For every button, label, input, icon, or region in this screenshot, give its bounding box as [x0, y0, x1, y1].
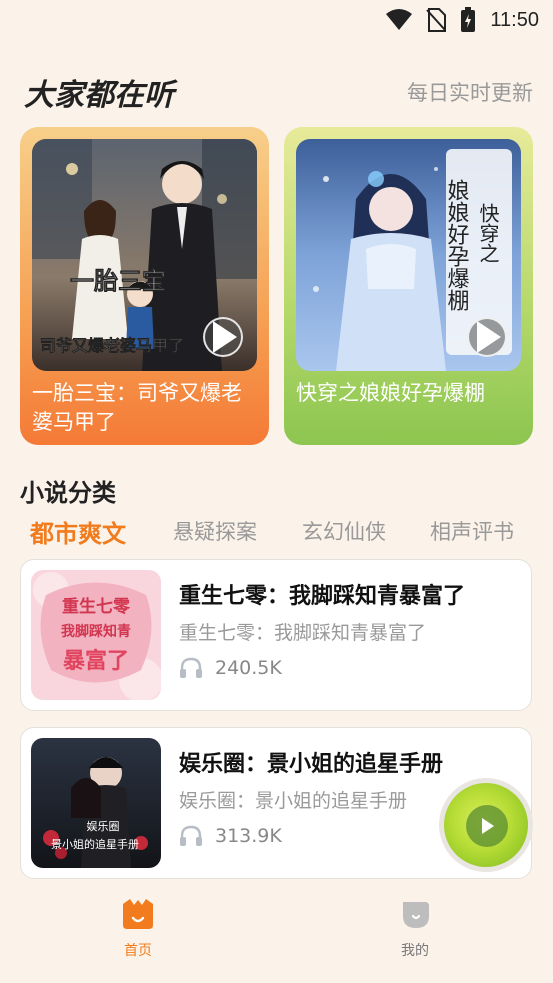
cover-text: 司爷又爆老婆马甲了: [40, 336, 184, 355]
book-cover: 重生七零 我脚踩知青 暴富了: [31, 570, 161, 700]
book-desc: 娱乐圈：景小姐的追星手册: [179, 790, 408, 812]
play-button[interactable]: [466, 805, 508, 847]
play-icon: [477, 321, 501, 353]
cover-text: 一胎三宝: [70, 266, 166, 295]
cover-text: 暴富了: [62, 648, 129, 674]
popular-subtitle: 每日实时更新: [407, 81, 533, 105]
play-icon: [482, 818, 494, 834]
category-tabs: 都市爽文 悬疑探案 玄幻仙侠 相声评书: [20, 516, 533, 550]
tab-mystery[interactable]: 悬疑探案: [173, 516, 257, 546]
cover-text: 娱乐圈: [87, 819, 120, 833]
featured-cover: 一胎三宝 司爷又爆老婆马甲了: [32, 139, 257, 371]
play-count: 313.9K: [179, 825, 282, 847]
headphones-icon: [180, 657, 202, 678]
play-button[interactable]: [203, 317, 243, 357]
play-count-value: 240.5K: [215, 657, 282, 679]
cover-text: 重生七零: [62, 596, 131, 617]
tab-crosstalk[interactable]: 相声评书: [430, 516, 514, 546]
cover-text: 娘娘好孕爆棚: [444, 179, 470, 311]
bottom-nav: 首页 我的: [0, 888, 553, 983]
featured-card[interactable]: 一胎三宝 司爷又爆老婆马甲了 一胎三宝：司爷又爆老婆马甲了: [20, 127, 269, 445]
status-bar: 11:50: [0, 0, 553, 40]
wifi-icon: [386, 9, 413, 30]
nav-home[interactable]: 首页: [98, 898, 178, 960]
play-icon: [213, 321, 237, 353]
book-title: 重生七零：我脚踩知青暴富了: [179, 584, 466, 609]
cover-text: 快穿之: [476, 203, 500, 263]
tab-urban[interactable]: 都市爽文: [30, 514, 126, 549]
book-cover: 娱乐圈 景小姐的追星手册: [31, 738, 161, 868]
book-card[interactable]: 重生七零 我脚踩知青 暴富了 重生七零：我脚踩知青暴富了 重生七零：我脚踩知青暴…: [20, 559, 532, 711]
featured-card[interactable]: 娘娘好孕爆棚 快穿之 快穿之娘娘好孕爆棚: [284, 127, 533, 445]
play-count-value: 313.9K: [215, 825, 282, 847]
play-button[interactable]: [467, 317, 507, 357]
play-count: 240.5K: [179, 657, 282, 679]
featured-title: 快穿之娘娘好孕爆棚: [296, 381, 485, 405]
book-title: 娱乐圈：景小姐的追星手册: [179, 752, 444, 777]
mine-icon: [403, 902, 429, 928]
no-sim-icon: [426, 8, 447, 32]
popular-title: 大家都在听: [24, 78, 174, 113]
category-title: 小说分类: [20, 479, 116, 507]
featured-title: 一胎三宝：司爷又爆老婆马甲了: [32, 381, 242, 434]
home-icon: [123, 899, 153, 929]
cover-text: 景小姐的追星手册: [51, 837, 139, 851]
featured-cover: 娘娘好孕爆棚 快穿之: [296, 139, 521, 371]
nav-home-label: 首页: [124, 943, 152, 959]
nav-mine-label: 我的: [401, 943, 429, 959]
headphones-icon: [180, 825, 202, 846]
battery-icon: [461, 7, 476, 32]
popular-header: 大家都在听 每日实时更新: [24, 70, 533, 114]
book-desc: 重生七零：我脚踩知青暴富了: [179, 622, 427, 644]
tab-fantasy[interactable]: 玄幻仙侠: [302, 516, 386, 546]
floating-player[interactable]: [439, 778, 533, 872]
cover-text: 我脚踩知青: [61, 623, 131, 640]
nav-mine[interactable]: 我的: [375, 898, 455, 960]
status-time: 11:50: [490, 8, 539, 31]
